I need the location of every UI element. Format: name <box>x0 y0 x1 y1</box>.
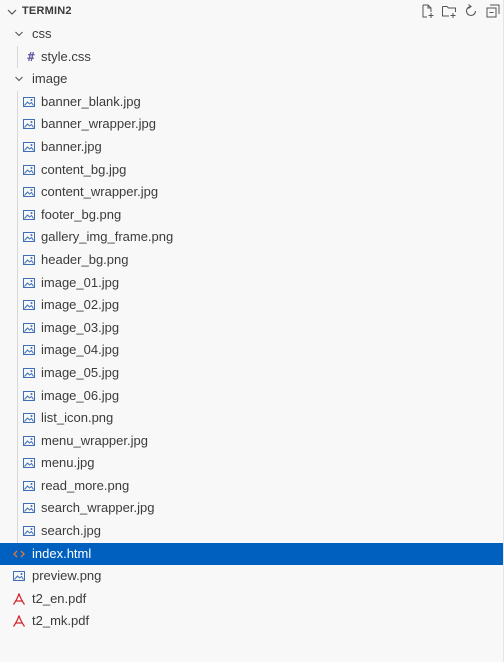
file-row[interactable]: banner.jpg <box>0 136 503 159</box>
file-row[interactable]: index.html <box>0 542 503 566</box>
file-row[interactable]: search_wrapper.jpg <box>0 497 503 520</box>
file-label: banner.jpg <box>41 138 102 154</box>
file-label: t2_en.pdf <box>32 590 87 606</box>
file-row[interactable]: # style.css <box>0 46 503 69</box>
image-file-icon <box>22 524 36 538</box>
workspace-title: TERMIN2 <box>22 5 72 17</box>
image-file-icon <box>22 230 36 244</box>
pdf-file-icon <box>12 592 26 606</box>
file-label: image_02.jpg <box>41 297 120 313</box>
indent-guide <box>17 90 18 543</box>
file-row[interactable]: gallery_img_frame.png <box>0 226 503 249</box>
file-label: menu.jpg <box>41 455 95 471</box>
image-file-icon <box>22 276 36 290</box>
file-row[interactable]: image_04.jpg <box>0 339 503 362</box>
html-file-icon <box>12 547 26 561</box>
image-file-icon <box>22 321 36 335</box>
folder-label: image <box>32 71 68 87</box>
file-label: content_wrapper.jpg <box>41 184 159 200</box>
file-row[interactable]: content_bg.jpg <box>0 159 503 182</box>
file-label: footer_bg.png <box>41 206 122 222</box>
image-file-icon <box>22 208 36 222</box>
file-label: header_bg.png <box>41 251 129 267</box>
explorer-header[interactable]: TERMIN2 <box>0 0 503 23</box>
image-file-icon <box>22 140 36 154</box>
file-row[interactable]: t2_en.pdf <box>0 588 503 611</box>
indent-guide <box>17 45 18 69</box>
folder-row-css[interactable]: css <box>0 23 503 46</box>
file-row[interactable]: image_02.jpg <box>0 294 503 317</box>
file-label: read_more.png <box>41 477 130 493</box>
file-row[interactable]: t2_mk.pdf <box>0 610 503 633</box>
chevron-down-icon <box>12 72 26 86</box>
image-file-icon <box>22 95 36 109</box>
image-file-icon <box>22 389 36 403</box>
file-row[interactable]: list_icon.png <box>0 407 503 430</box>
file-label: image_03.jpg <box>41 319 120 335</box>
folder-label: css <box>32 26 52 41</box>
file-label: banner_blank.jpg <box>41 93 141 109</box>
file-row[interactable]: content_wrapper.jpg <box>0 181 503 204</box>
image-file-icon <box>22 298 36 312</box>
new-file-icon[interactable] <box>419 3 435 19</box>
image-file-icon <box>22 366 36 380</box>
file-label: menu_wrapper.jpg <box>41 432 148 448</box>
file-label: gallery_img_frame.png <box>41 229 174 245</box>
file-label: style.css <box>41 48 91 64</box>
file-label: search.jpg <box>41 523 101 539</box>
file-row[interactable]: header_bg.png <box>0 249 503 272</box>
image-file-icon <box>22 253 36 267</box>
file-row[interactable]: menu.jpg <box>0 452 503 475</box>
image-file-icon <box>22 343 36 357</box>
file-tree: css # style.css image banner_blank.jpgbanner… <box>0 23 503 633</box>
chevron-down-icon <box>12 27 26 41</box>
file-label: image_01.jpg <box>41 274 120 290</box>
file-row[interactable]: image_01.jpg <box>0 272 503 295</box>
file-label: image_05.jpg <box>41 364 120 380</box>
file-label: image_04.jpg <box>41 342 120 358</box>
file-row[interactable]: menu_wrapper.jpg <box>0 430 503 453</box>
file-label: content_bg.jpg <box>41 161 127 177</box>
image-file-icon <box>22 501 36 515</box>
explorer-actions <box>419 3 503 19</box>
chevron-down-icon[interactable] <box>4 4 20 20</box>
file-row[interactable]: preview.png <box>0 565 503 588</box>
refresh-icon[interactable] <box>463 3 479 19</box>
image-file-icon <box>22 456 36 470</box>
image-file-icon <box>22 434 36 448</box>
image-file-icon <box>22 185 36 199</box>
new-folder-icon[interactable] <box>441 3 457 19</box>
collapse-all-icon[interactable] <box>485 3 501 19</box>
file-row[interactable]: search.jpg <box>0 520 503 543</box>
file-row[interactable]: image_03.jpg <box>0 317 503 340</box>
file-label: banner_wrapper.jpg <box>41 116 156 132</box>
file-row[interactable]: banner_blank.jpg <box>0 91 503 114</box>
file-label: list_icon.png <box>41 410 114 426</box>
file-row[interactable]: image_05.jpg <box>0 362 503 385</box>
file-row[interactable]: footer_bg.png <box>0 204 503 227</box>
image-file-icon <box>22 411 36 425</box>
css-file-icon: # <box>27 49 35 64</box>
file-label: search_wrapper.jpg <box>41 500 155 516</box>
file-label: t2_mk.pdf <box>32 613 90 629</box>
file-row[interactable]: read_more.png <box>0 475 503 498</box>
file-label: preview.png <box>32 568 102 584</box>
image-file-icon <box>22 163 36 177</box>
file-explorer: TERMIN2 css # style.css image banner_bla… <box>0 0 504 662</box>
image-file-icon <box>22 117 36 131</box>
file-label: image_06.jpg <box>41 387 120 403</box>
file-row[interactable]: image_06.jpg <box>0 385 503 408</box>
image-file-icon <box>22 479 36 493</box>
folder-row-image[interactable]: image <box>0 68 503 91</box>
image-file-icon <box>12 569 26 583</box>
pdf-file-icon <box>12 614 26 628</box>
file-row[interactable]: banner_wrapper.jpg <box>0 113 503 136</box>
file-label: index.html <box>32 545 92 561</box>
